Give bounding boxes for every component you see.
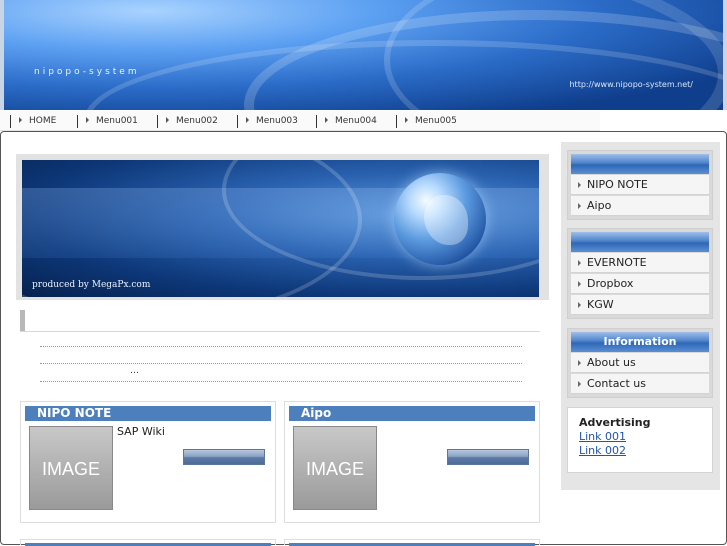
nav-item-menu001[interactable]: Menu001 — [77, 115, 138, 128]
nav-item-label: Menu002 — [176, 116, 218, 126]
advertising-title: Advertising — [579, 416, 651, 429]
nav-item-label: Menu001 — [96, 116, 138, 126]
globe-image — [394, 173, 486, 265]
sidebar-box-information: Information About us Contact us — [567, 328, 713, 398]
sidebar-item-kgw[interactable]: KGW — [571, 295, 709, 315]
feature-card-nipo-note: NIPO NOTE IMAGE SAP Wiki — [20, 401, 276, 523]
nav-item-menu003[interactable]: Menu003 — [237, 115, 298, 128]
card-title[interactable]: Aipo — [289, 406, 535, 421]
sidebar-item-evernote[interactable]: EVERNOTE — [571, 253, 709, 273]
nav-item-label: Menu003 — [256, 116, 298, 126]
sidebar-item-about-us[interactable]: About us — [571, 353, 709, 373]
sidebar-box-heading — [571, 232, 709, 252]
content-ellipsis: … — [130, 366, 139, 376]
header-swoosh — [84, 40, 723, 110]
dotted-divider — [40, 363, 522, 364]
site-header-banner: nipopo-system http://www.nipopo-system.n… — [0, 0, 727, 110]
nav-item-home[interactable]: HOME — [10, 115, 56, 128]
arrow-right-icon — [246, 116, 249, 123]
card-more-button[interactable] — [183, 449, 265, 465]
site-url: http://www.nipopo-system.net/ — [569, 80, 693, 89]
nav-item-menu002[interactable]: Menu002 — [157, 115, 218, 128]
hero-banner: produced by MegaPx.com — [22, 160, 539, 297]
sidebar-item-contact-us[interactable]: Contact us — [571, 374, 709, 394]
section-divider — [20, 331, 540, 332]
nav-item-label: Menu004 — [335, 116, 377, 126]
sidebar-item-aipo[interactable]: Aipo — [571, 196, 709, 216]
arrow-right-icon — [19, 116, 22, 123]
arrow-right-icon — [405, 116, 408, 123]
sidebar: NIPO NOTE Aipo EVERNOTE Dropbox KGW Info… — [561, 142, 720, 490]
nav-item-menu005[interactable]: Menu005 — [396, 115, 457, 128]
header-swoosh — [384, 0, 723, 110]
feature-card-aipo: Aipo IMAGE — [284, 401, 540, 523]
nav-item-label: HOME — [29, 116, 57, 126]
nav-item-label: Menu005 — [415, 116, 457, 126]
sidebar-box-services: EVERNOTE Dropbox KGW — [567, 228, 713, 319]
ad-link-001[interactable]: Link 001 — [579, 430, 712, 443]
arrow-right-icon — [166, 116, 169, 123]
arrow-right-icon — [86, 116, 89, 123]
sidebar-item-nipo-note[interactable]: NIPO NOTE — [571, 175, 709, 195]
hero-frame: produced by MegaPx.com — [16, 154, 549, 300]
sidebar-box-heading: Information — [571, 332, 709, 352]
sidebar-item-dropbox[interactable]: Dropbox — [571, 274, 709, 294]
dotted-divider — [40, 381, 522, 382]
ad-link-002[interactable]: Link 002 — [579, 444, 712, 457]
card-title[interactable]: NIPO NOTE — [25, 406, 271, 421]
hero-caption: produced by MegaPx.com — [32, 280, 151, 290]
card-image-placeholder[interactable]: IMAGE — [293, 426, 377, 510]
site-name: nipopo-system — [34, 67, 140, 77]
main-nav: HOME Menu001 Menu002 Menu003 Menu004 Men… — [0, 111, 600, 131]
card-image-placeholder[interactable]: IMAGE — [29, 426, 113, 510]
advertising-box: Advertising Link 001 Link 002 — [567, 407, 713, 473]
card-text: SAP Wiki — [117, 425, 165, 438]
sidebar-box-heading — [571, 154, 709, 174]
dotted-divider — [40, 346, 522, 347]
sidebar-box-notes: NIPO NOTE Aipo — [567, 150, 713, 220]
card-more-button[interactable] — [447, 449, 529, 465]
section-heading-marker — [20, 310, 25, 332]
arrow-right-icon — [325, 116, 328, 123]
nav-item-menu004[interactable]: Menu004 — [316, 115, 377, 128]
